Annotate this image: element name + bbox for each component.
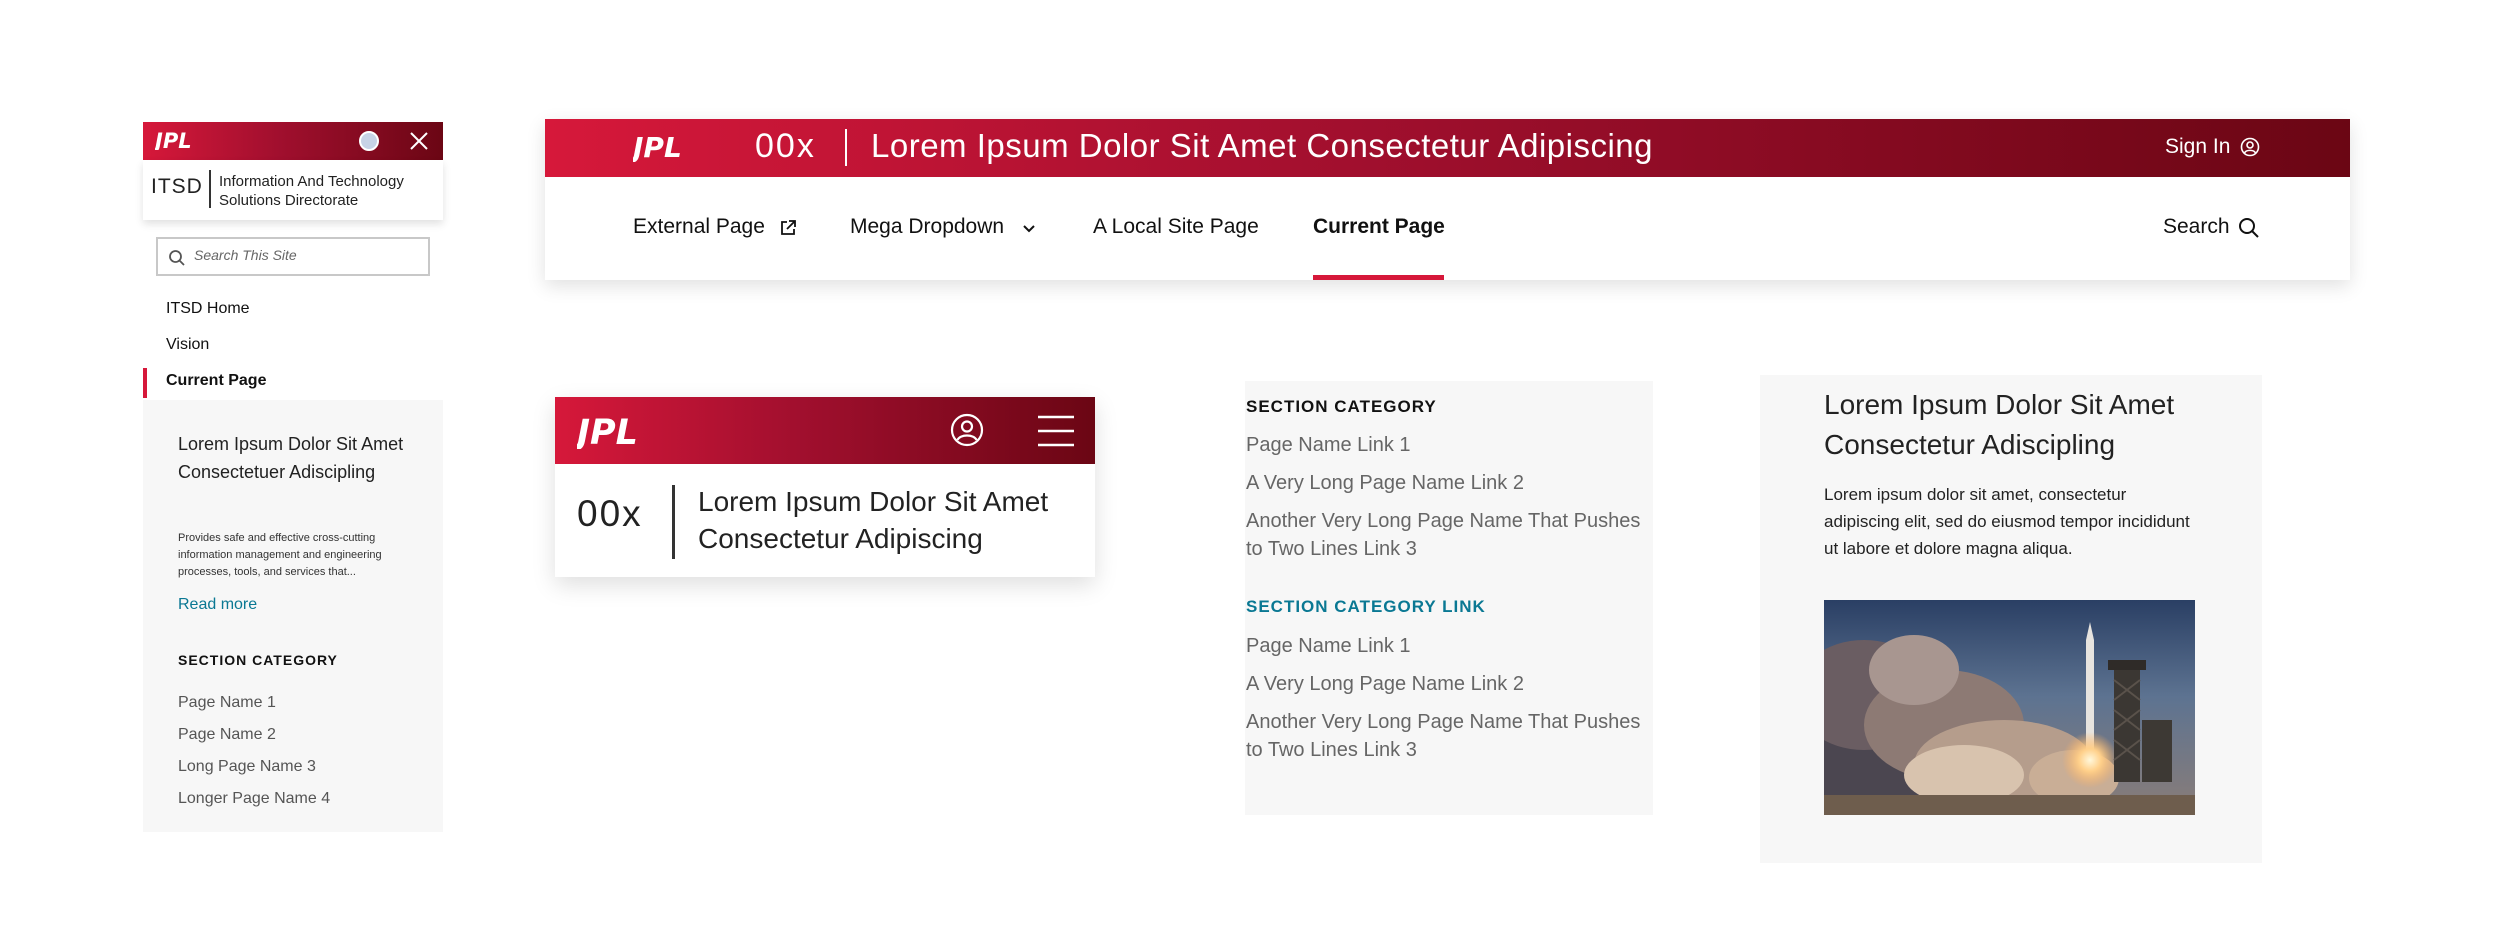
search-button[interactable]: Search [2163, 215, 2230, 239]
sidebar-nav-itsd-home[interactable]: ITSD Home [166, 300, 250, 318]
sidebar-link-page-name-2[interactable]: Page Name 2 [178, 726, 276, 744]
sidebar-section-category: SECTION CATEGORY [178, 652, 338, 668]
sidebar-nav-current-page[interactable]: Current Page [166, 372, 266, 390]
read-more-link[interactable]: Read more [178, 596, 257, 614]
sidebar-link-page-name-1[interactable]: Page Name 1 [178, 694, 276, 712]
section-link-page-name-1[interactable]: Page Name Link 1 [1246, 632, 1656, 660]
jpl-logo-text: JPL [633, 132, 682, 162]
site-divider [209, 170, 211, 208]
desktop-header-bar: JPL 00x Lorem Ipsum Dolor Sit Amet Conse… [545, 119, 2350, 177]
external-link-icon[interactable] [778, 218, 798, 238]
site-title[interactable]: Lorem Ipsum Dolor Sit Amet Consectetur A… [871, 127, 1653, 165]
nav-current-page[interactable]: Current Page [1313, 215, 1445, 239]
hamburger-menu-icon[interactable] [1036, 414, 1076, 448]
site-abbreviation: ITSD [151, 175, 203, 198]
user-icon[interactable] [950, 413, 984, 447]
nav-local-site-page[interactable]: A Local Site Page [1093, 215, 1259, 239]
sidebar-search-input[interactable] [194, 247, 419, 263]
site-number: 00x [755, 127, 816, 165]
chevron-down-icon[interactable] [1021, 223, 1037, 235]
jpl-logo[interactable]: JPL [633, 132, 709, 162]
jpl-logo[interactable]: JPL [155, 130, 213, 150]
section-link-two-line-3[interactable]: Another Very Long Page Name That Pushes … [1246, 708, 1656, 764]
header-divider [672, 485, 675, 559]
current-nav-underline [1313, 275, 1444, 280]
sidebar-link-longer-page-name-4[interactable]: Longer Page Name 4 [178, 790, 330, 808]
site-title[interactable]: Lorem Ipsum Dolor Sit Amet Consectetur A… [698, 483, 1088, 557]
jpl-logo[interactable]: JPL [577, 413, 683, 449]
user-icon[interactable] [2240, 137, 2260, 157]
site-name: Information And Technology Solutions Dir… [219, 173, 404, 209]
site-number: 00x [577, 493, 643, 534]
sidebar-site-identity: ITSD Information And Technology Solution… [143, 160, 443, 220]
mobile-header-card: JPL 00x Lorem Ipsum Dolor Sit Amet Conse… [555, 397, 1095, 577]
header-divider [845, 129, 847, 166]
section-link-long-page-name-2[interactable]: A Very Long Page Name Link 2 [1246, 670, 1656, 698]
article-body: Lorem ipsum dolor sit amet, consectetur … [1824, 485, 2190, 558]
sidebar-header-bar: JPL [143, 122, 443, 160]
search-icon[interactable] [2237, 216, 2261, 240]
user-avatar-icon[interactable] [359, 131, 379, 151]
sidebar-panel-description: Provides safe and effective cross-cuttin… [178, 532, 382, 578]
nav-mega-dropdown[interactable]: Mega Dropdown [850, 215, 1004, 239]
nav-external-page[interactable]: External Page [633, 215, 765, 239]
section-link-long-page-name-2[interactable]: A Very Long Page Name Link 2 [1246, 469, 1656, 497]
section-link-page-name-1[interactable]: Page Name Link 1 [1246, 431, 1656, 459]
section-category-heading: SECTION CATEGORY [1246, 397, 1437, 416]
desktop-header: JPL 00x Lorem Ipsum Dolor Sit Amet Conse… [545, 119, 2350, 280]
sidebar-search-box[interactable] [156, 237, 430, 276]
jpl-logo-text: JPL [155, 130, 192, 150]
section-link-two-line-3[interactable]: Another Very Long Page Name That Pushes … [1246, 507, 1656, 563]
article-title[interactable]: Lorem Ipsum Dolor Sit Amet Consectetur A… [1824, 385, 2244, 465]
sidebar-nav-vision[interactable]: Vision [166, 336, 209, 354]
close-icon[interactable] [409, 131, 429, 151]
sidebar-link-long-page-name-3[interactable]: Long Page Name 3 [178, 758, 316, 776]
sign-in-link[interactable]: Sign In [2165, 135, 2230, 159]
current-page-indicator [143, 368, 147, 398]
search-icon [168, 249, 186, 267]
jpl-logo-text: JPL [577, 413, 638, 449]
rocket-launch-image[interactable] [1824, 600, 2195, 815]
sidebar-panel-title: Lorem Ipsum Dolor Sit Amet Consectetuer … [178, 434, 404, 482]
mobile-header-bar: JPL [555, 397, 1095, 464]
section-category-link-heading[interactable]: SECTION CATEGORY LINK [1246, 597, 1486, 617]
